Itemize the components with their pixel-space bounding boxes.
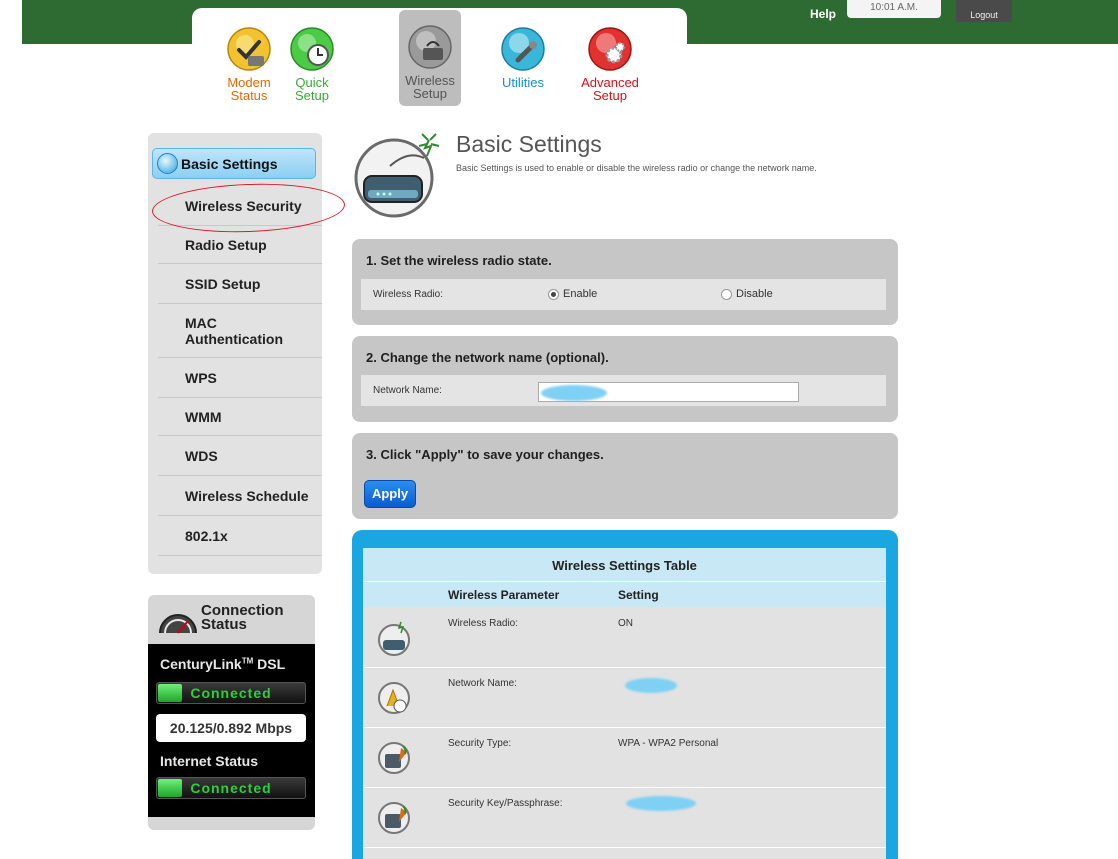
sidebar-item-label: Basic Settings	[181, 155, 278, 172]
logout-button[interactable]: Logout	[956, 0, 1012, 22]
help-link[interactable]: Help	[810, 7, 836, 21]
disable-label: Disable	[736, 288, 773, 300]
dsl-label: CenturyLinkTM DSL	[160, 656, 286, 672]
nav-label: Advanced Setup	[581, 75, 639, 103]
connection-status-panel: Connection Status CenturyLinkTM DSL Conn…	[148, 595, 315, 830]
param-name: Wireless Radio:	[448, 618, 519, 629]
redaction-mark	[626, 796, 696, 811]
column-header-setting: Setting	[618, 588, 659, 602]
network-name-section: 2. Change the network name (optional). N…	[352, 336, 898, 422]
connection-status-body: CenturyLinkTM DSL Connected 20.125/0.892…	[148, 644, 315, 817]
connection-status-header: Connection Status	[148, 595, 315, 642]
apply-section: 3. Click "Apply" to save your changes. A…	[352, 433, 898, 519]
sidebar-item-label: WDS	[185, 447, 218, 464]
internet-status-bar: Connected	[156, 777, 306, 799]
network-name-row: Network Name:	[361, 375, 886, 406]
radio-unchecked-icon	[721, 288, 732, 300]
nav-label: Modem Status	[227, 75, 271, 103]
key-icon	[378, 802, 410, 834]
redaction-mark	[541, 385, 607, 401]
sidebar-item-mac-authentication[interactable]: MAC Authentication	[158, 304, 322, 358]
table-header: Wireless Parameter Setting	[363, 581, 886, 607]
wireless-settings-table-panel: Wireless Settings Table Wireless Paramet…	[352, 530, 898, 859]
section-title: 3. Click "Apply" to save your changes.	[366, 447, 604, 462]
wireless-router-icon	[354, 133, 440, 218]
disable-radio[interactable]: Disable	[721, 288, 773, 300]
modem-status-icon	[226, 26, 272, 72]
sidebar-item-label: MAC Authentication	[185, 314, 283, 347]
page-title: Basic Settings	[456, 131, 602, 157]
param-name: Security Type:	[448, 738, 512, 749]
enable-label: Enable	[563, 288, 598, 300]
clock-display: 10:01 A.M.	[847, 0, 941, 18]
table-row: Network Name:	[363, 668, 886, 728]
wireless-setup-icon	[407, 24, 453, 70]
param-name: Security Key/Passphrase:	[448, 798, 563, 809]
advanced-setup-icon	[587, 26, 633, 72]
wireless-radio-row: Wireless Radio: Enable Disable	[361, 279, 886, 310]
param-value: ON	[618, 618, 633, 629]
nav-quick-setup[interactable]: Quick Setup	[284, 16, 340, 102]
nav-label: Utilities	[502, 75, 544, 90]
sidebar-item-wps[interactable]: WPS	[158, 358, 322, 398]
quick-setup-icon	[289, 26, 335, 72]
sidebar-item-wmm[interactable]: WMM	[158, 398, 322, 436]
nav-label: Quick Setup	[295, 75, 329, 103]
param-name: Network Name:	[448, 678, 517, 689]
utilities-icon	[500, 26, 546, 72]
nav-wireless-setup[interactable]: Wireless Setup	[399, 10, 461, 106]
sidebar-item-wireless-schedule[interactable]: Wireless Schedule	[158, 476, 322, 516]
main-nav: Modem Status Quick Setup Wireless Setup …	[192, 8, 687, 112]
sidebar-item-8021x[interactable]: 802.1x	[158, 516, 322, 556]
nav-modem-status[interactable]: Modem Status	[214, 16, 284, 102]
sidebar-item-label: SSID Setup	[185, 275, 261, 292]
table-row: Security Type: WPA - WPA2 Personal	[363, 728, 886, 788]
network-name-input[interactable]	[538, 382, 799, 402]
speedometer-icon	[159, 614, 197, 634]
sidebar-item-basic-settings[interactable]: Basic Settings	[152, 148, 316, 179]
table-title: Wireless Settings Table	[363, 548, 886, 581]
radio-state-section: 1. Set the wireless radio state. Wireles…	[352, 239, 898, 325]
selected-indicator-icon	[157, 153, 178, 174]
connection-status-title: Connection Status	[201, 602, 284, 633]
table-row: Wireless Radio: ON	[363, 608, 886, 668]
router-icon	[378, 621, 410, 656]
param-value: WPA - WPA2 Personal	[618, 738, 719, 749]
section-title: 2. Change the network name (optional).	[366, 350, 609, 365]
sidebar-item-label: Wireless Schedule	[185, 487, 309, 504]
wireless-radio-label: Wireless Radio:	[373, 289, 444, 300]
sidebar-item-ssid-setup[interactable]: SSID Setup	[158, 264, 322, 304]
dsl-speed: 20.125/0.892 Mbps	[156, 714, 306, 742]
nav-label: Wireless Setup	[405, 73, 455, 101]
enable-radio[interactable]: Enable	[548, 288, 597, 300]
redaction-mark	[625, 678, 677, 693]
internet-status-label: Internet Status	[160, 753, 259, 769]
security-icon	[378, 742, 410, 774]
section-title: 1. Set the wireless radio state.	[366, 253, 552, 268]
sidebar-item-wds[interactable]: WDS	[158, 436, 322, 476]
table-row: Security Key/Passphrase:	[363, 788, 886, 848]
radio-checked-icon	[548, 288, 559, 300]
apply-button[interactable]: Apply	[364, 480, 416, 508]
sidebar-item-label: WPS	[185, 369, 217, 386]
dsl-status-bar: Connected	[156, 682, 306, 704]
page-description: Basic Settings is used to enable or disa…	[456, 163, 817, 173]
nav-utilities[interactable]: Utilities	[488, 16, 558, 89]
sidebar-item-label: Radio Setup	[185, 236, 267, 253]
column-header-parameter: Wireless Parameter	[448, 588, 560, 602]
wireless-settings-table: Wireless Settings Table Wireless Paramet…	[363, 548, 886, 859]
sidebar-item-label: WMM	[185, 408, 222, 425]
network-name-icon	[378, 682, 410, 714]
network-name-label: Network Name:	[373, 385, 442, 396]
nav-advanced-setup[interactable]: Advanced Setup	[575, 16, 645, 102]
sidebar-item-label: 802.1x	[185, 527, 228, 544]
